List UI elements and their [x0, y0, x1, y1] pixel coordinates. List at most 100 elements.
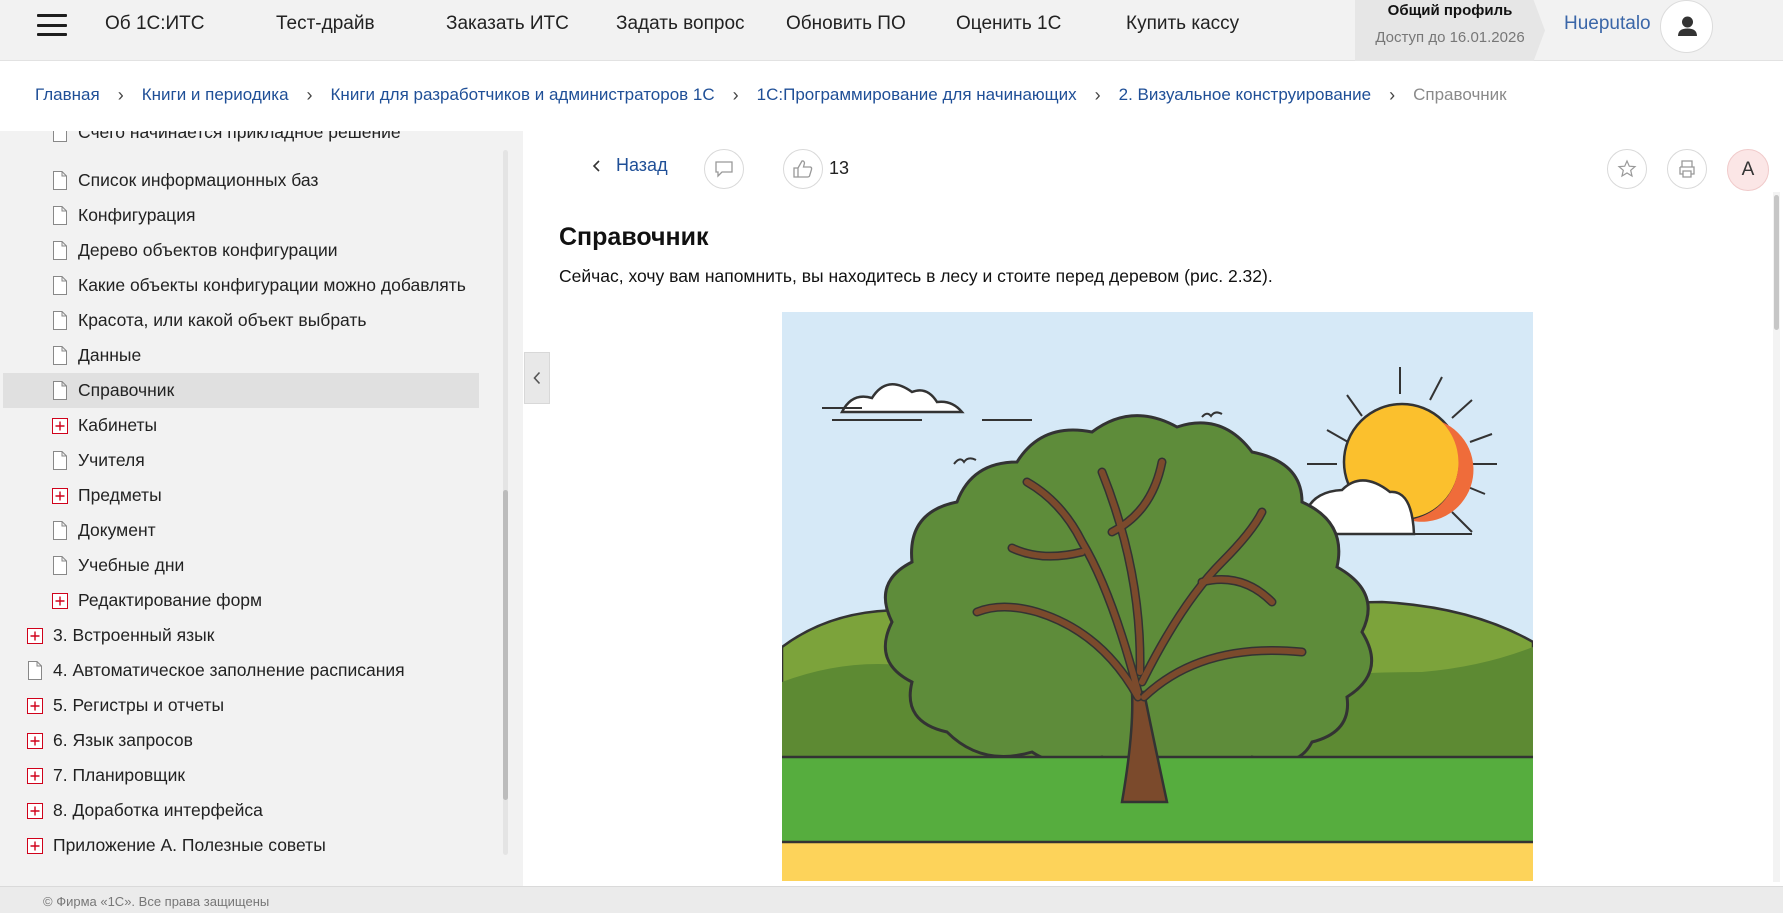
main-scrollbar-thumb[interactable]: [1774, 195, 1779, 330]
sidebar-item-label: 7. Планировщик: [53, 765, 186, 785]
sidebar-item-form-editing[interactable]: Редактирование форм: [52, 584, 262, 617]
sidebar-item-label: Какие объекты конфигурации можно добавля…: [78, 275, 466, 295]
sidebar-scrollbar-thumb[interactable]: [503, 490, 508, 800]
breadcrumb-programming-beginners[interactable]: 1С:Программирование для начинающих: [757, 85, 1077, 105]
chevron-right-icon: ›: [306, 84, 313, 105]
page-title: Справочник: [559, 223, 709, 251]
chevron-left-icon: [533, 371, 541, 385]
nav-ask-question[interactable]: Задать вопрос: [616, 13, 745, 35]
article-paragraph: Сейчас, хочу вам напомнить, вы находитес…: [559, 266, 1273, 286]
sidebar-item-label: Список информационных баз: [78, 170, 319, 190]
document-icon: [53, 171, 67, 190]
document-icon: [53, 381, 67, 400]
sidebar-item-label: Кабинеты: [78, 415, 158, 435]
breadcrumb: Главная › Книги и периодика › Книги для …: [35, 83, 1507, 107]
document-icon: [53, 131, 67, 142]
print-button[interactable]: [1667, 149, 1707, 189]
favorite-button[interactable]: [1607, 149, 1647, 189]
like-button[interactable]: [783, 149, 823, 189]
thumbs-up-icon: [793, 160, 813, 178]
username-link[interactable]: Hueputalo: [1564, 13, 1651, 35]
nav-rate-1c[interactable]: Оценить 1С: [956, 13, 1061, 35]
back-label: Назад: [616, 155, 668, 175]
expand-plus-icon[interactable]: [52, 417, 68, 434]
font-size-button[interactable]: A: [1727, 149, 1769, 191]
sidebar-item-partial[interactable]: Счего начинается прикладное решение: [52, 131, 401, 145]
sidebar-item-beauty[interactable]: Красота, или какой объект выбрать: [52, 304, 367, 337]
sidebar-item-label: Красота, или какой объект выбрать: [78, 310, 367, 330]
breadcrumb-visual-design[interactable]: 2. Визуальное конструирование: [1119, 85, 1371, 105]
nav-update-software[interactable]: Обновить ПО: [786, 13, 906, 35]
sidebar-item-teachers[interactable]: Учителя: [52, 444, 145, 477]
sidebar-tree: Счего начинается прикладное решение Спис…: [0, 131, 523, 886]
sidebar-item-chapter-7[interactable]: 7. Планировщик: [27, 759, 185, 792]
expand-plus-icon[interactable]: [27, 697, 43, 714]
sidebar-item-label: Дерево объектов конфигурации: [78, 240, 338, 260]
expand-plus-icon[interactable]: [52, 487, 68, 504]
sidebar-item-label: Приложение А. Полезные советы: [53, 835, 326, 855]
sidebar-item-label: 6. Язык запросов: [53, 730, 193, 750]
sidebar-item-chapter-6[interactable]: 6. Язык запросов: [27, 724, 193, 757]
document-icon: [53, 276, 67, 295]
sidebar-item-chapter-3[interactable]: 3. Встроенный язык: [27, 619, 214, 652]
sidebar-item-label: Учителя: [78, 450, 145, 470]
like-count: 13: [829, 158, 850, 178]
expand-plus-icon[interactable]: [27, 732, 43, 749]
nav-test-drive[interactable]: Тест-драйв: [276, 13, 375, 35]
chevron-right-icon: ›: [1389, 84, 1396, 105]
sidebar-item-school-days[interactable]: Учебные дни: [52, 549, 184, 582]
breadcrumb-home[interactable]: Главная: [35, 85, 100, 105]
sidebar-item-infobase-list[interactable]: Список информационных баз: [52, 164, 318, 197]
expand-plus-icon[interactable]: [27, 837, 43, 854]
nav-about-its[interactable]: Об 1С:ИТС: [105, 13, 205, 35]
sidebar-item-label: Предметы: [78, 485, 162, 505]
sidebar-item-label: Документ: [78, 520, 156, 540]
sidebar-item-cabinets[interactable]: Кабинеты: [52, 409, 157, 442]
hamburger-menu-icon[interactable]: [37, 14, 67, 36]
sidebar-item-catalog[interactable]: Справочник: [3, 373, 479, 408]
document-icon: [53, 346, 67, 365]
document-icon: [53, 451, 67, 470]
breadcrumb-dev-books[interactable]: Книги для разработчиков и администраторо…: [331, 85, 715, 105]
sidebar-item-label: Данные: [78, 345, 142, 365]
expand-plus-icon[interactable]: [27, 767, 43, 784]
sidebar-item-appendix-a[interactable]: Приложение А. Полезные советы: [27, 829, 326, 862]
tree-illustration-svg: [782, 312, 1533, 881]
sidebar-item-label: Учебные дни: [78, 555, 185, 575]
sidebar-item-label: Редактирование форм: [78, 590, 263, 610]
sidebar-item-label: 5. Регистры и отчеты: [53, 695, 225, 715]
footer: © Фирма «1С». Все права защищены: [0, 886, 1783, 913]
sidebar-item-data[interactable]: Данные: [52, 339, 141, 372]
expand-plus-icon[interactable]: [52, 592, 68, 609]
comments-button[interactable]: [704, 149, 744, 189]
profile-title: Общий профиль: [1387, 2, 1513, 19]
sidebar-item-label: 4. Автоматическое заполнение расписания: [53, 660, 405, 680]
sidebar-item-subjects[interactable]: Предметы: [52, 479, 162, 512]
breadcrumb-current: Справочник: [1413, 85, 1507, 104]
sidebar-item-addable-objects[interactable]: Какие объекты конфигурации можно добавля…: [52, 269, 466, 302]
sidebar-item-config-tree[interactable]: Дерево объектов конфигурации: [52, 234, 338, 267]
expand-plus-icon[interactable]: [27, 627, 43, 644]
sidebar-item-label: Справочник: [78, 380, 175, 400]
comment-icon: [715, 161, 733, 178]
sidebar-item-configuration[interactable]: Конфигурация: [52, 199, 195, 232]
chevron-right-icon: ›: [117, 84, 124, 105]
user-icon: [1678, 16, 1697, 36]
expand-plus-icon[interactable]: [27, 802, 43, 819]
sidebar-item-chapter-4[interactable]: 4. Автоматическое заполнение расписания: [27, 654, 405, 687]
nav-buy-cash-register[interactable]: Купить кассу: [1126, 13, 1239, 35]
copyright-text: © Фирма «1С». Все права защищены: [43, 894, 270, 909]
printer-icon: [1679, 160, 1695, 178]
sidebar-item-label: 3. Встроенный язык: [53, 625, 215, 645]
sidebar-item-document[interactable]: Документ: [52, 514, 156, 547]
sidebar-item-chapter-8[interactable]: 8. Доработка интерфейса: [27, 794, 263, 827]
nav-order-its[interactable]: Заказать ИТС: [446, 13, 569, 35]
document-icon: [53, 521, 67, 540]
sidebar-item-chapter-5[interactable]: 5. Регистры и отчеты: [27, 689, 224, 722]
tree-illustration: [782, 312, 1533, 881]
breadcrumb-books[interactable]: Книги и периодика: [142, 85, 289, 105]
user-avatar[interactable]: [1660, 0, 1713, 53]
back-link[interactable]: Назад: [590, 155, 668, 176]
sidebar-item-label: Конфигурация: [78, 205, 196, 225]
sidebar-collapse-button[interactable]: [524, 352, 550, 404]
